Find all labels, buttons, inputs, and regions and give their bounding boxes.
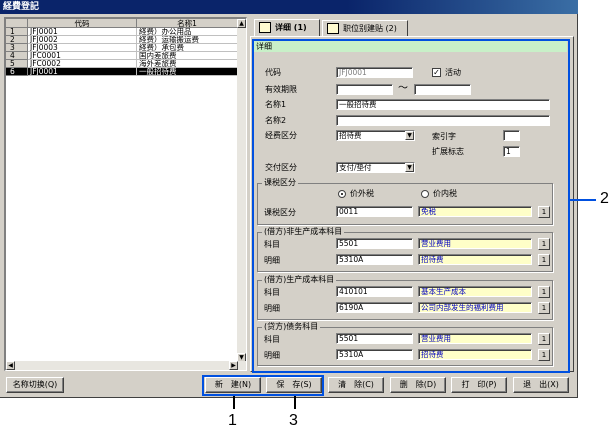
callout-box-buttons xyxy=(202,375,324,396)
row-number: 4 xyxy=(6,52,28,60)
tab-position-label: 职位别建贴 (2) xyxy=(343,24,397,33)
table-row[interactable]: 3 JFJ0003 経费）承包费 xyxy=(6,44,246,52)
row-code: JFC0001 xyxy=(28,52,137,60)
row-code: JFJ0003 xyxy=(28,44,137,52)
row-number: 1 xyxy=(6,28,28,36)
list-vertical-scrollbar[interactable]: ▲ ▼ xyxy=(237,19,246,362)
list-horizontal-scrollbar[interactable]: ◀ ▶ xyxy=(6,361,246,370)
expense-list[interactable]: 代码 名称1 1 JFJ0001 経费）办公用品 2 JFJ0002 経费）运输搬运费 3 J… xyxy=(4,17,247,371)
header-name[interactable]: 名称1 xyxy=(137,19,238,28)
callout-line-2 xyxy=(570,199,596,201)
name-switch-button[interactable]: 名称切换(Q) xyxy=(6,377,64,393)
row-name: 国内差旅费 xyxy=(137,52,238,60)
row-name: 経费）运输搬运费 xyxy=(137,36,238,44)
delete-button[interactable]: 删 除(D) xyxy=(390,377,446,393)
scroll-left-icon[interactable]: ◀ xyxy=(6,361,15,370)
callout-number-2: 2 xyxy=(600,190,609,207)
scroll-right-icon[interactable]: ▶ xyxy=(229,361,238,370)
window-title: 経費登記 xyxy=(0,0,578,14)
header-rownum xyxy=(6,19,28,28)
row-number: 3 xyxy=(6,44,28,52)
table-row[interactable]: 1 JFJ0001 経费）办公用品 xyxy=(6,28,246,36)
print-button[interactable]: 打 印(P) xyxy=(451,377,507,393)
table-row[interactable]: 4 JFC0001 国内差旅费 xyxy=(6,52,246,60)
row-code: JFJ0001 xyxy=(28,28,137,36)
callout-number-3: 3 xyxy=(289,412,298,429)
callout-line-3 xyxy=(294,396,296,409)
table-row[interactable]: 5 JFC0002 海外差旅费 xyxy=(6,60,246,68)
book-icon xyxy=(259,22,271,33)
scroll-up-icon[interactable]: ▲ xyxy=(237,19,246,28)
callout-line-1 xyxy=(233,396,235,409)
header-code[interactable]: 代码 xyxy=(28,19,137,28)
row-code: JFJ0001 xyxy=(28,68,137,76)
row-name: 経费）办公用品 xyxy=(137,28,238,36)
row-name: 海外差旅费 xyxy=(137,60,238,68)
row-name: 一般招待费 xyxy=(137,68,238,76)
callout-number-1: 1 xyxy=(228,412,237,429)
table-row[interactable]: 2 JFJ0002 経费）运输搬运费 xyxy=(6,36,246,44)
row-number: 2 xyxy=(6,36,28,44)
table-row[interactable]: 6 JFJ0001 一般招待费 xyxy=(6,68,246,76)
document-icon xyxy=(327,23,339,34)
row-number: 5 xyxy=(6,60,28,68)
row-code: JFC0002 xyxy=(28,60,137,68)
tab-detail[interactable]: 详细 (1) xyxy=(254,19,320,37)
tab-detail-label: 详细 (1) xyxy=(275,23,307,32)
callout-box-detail xyxy=(252,39,570,373)
row-name: 経费）承包费 xyxy=(137,44,238,52)
tab-position-posting[interactable]: 职位别建贴 (2) xyxy=(322,20,408,37)
row-number: 6 xyxy=(6,68,28,76)
exit-button[interactable]: 退 出(X) xyxy=(513,377,569,393)
clear-button[interactable]: 清 除(C) xyxy=(328,377,384,393)
row-code: JFJ0002 xyxy=(28,36,137,44)
list-header: 代码 名称1 xyxy=(6,19,246,28)
